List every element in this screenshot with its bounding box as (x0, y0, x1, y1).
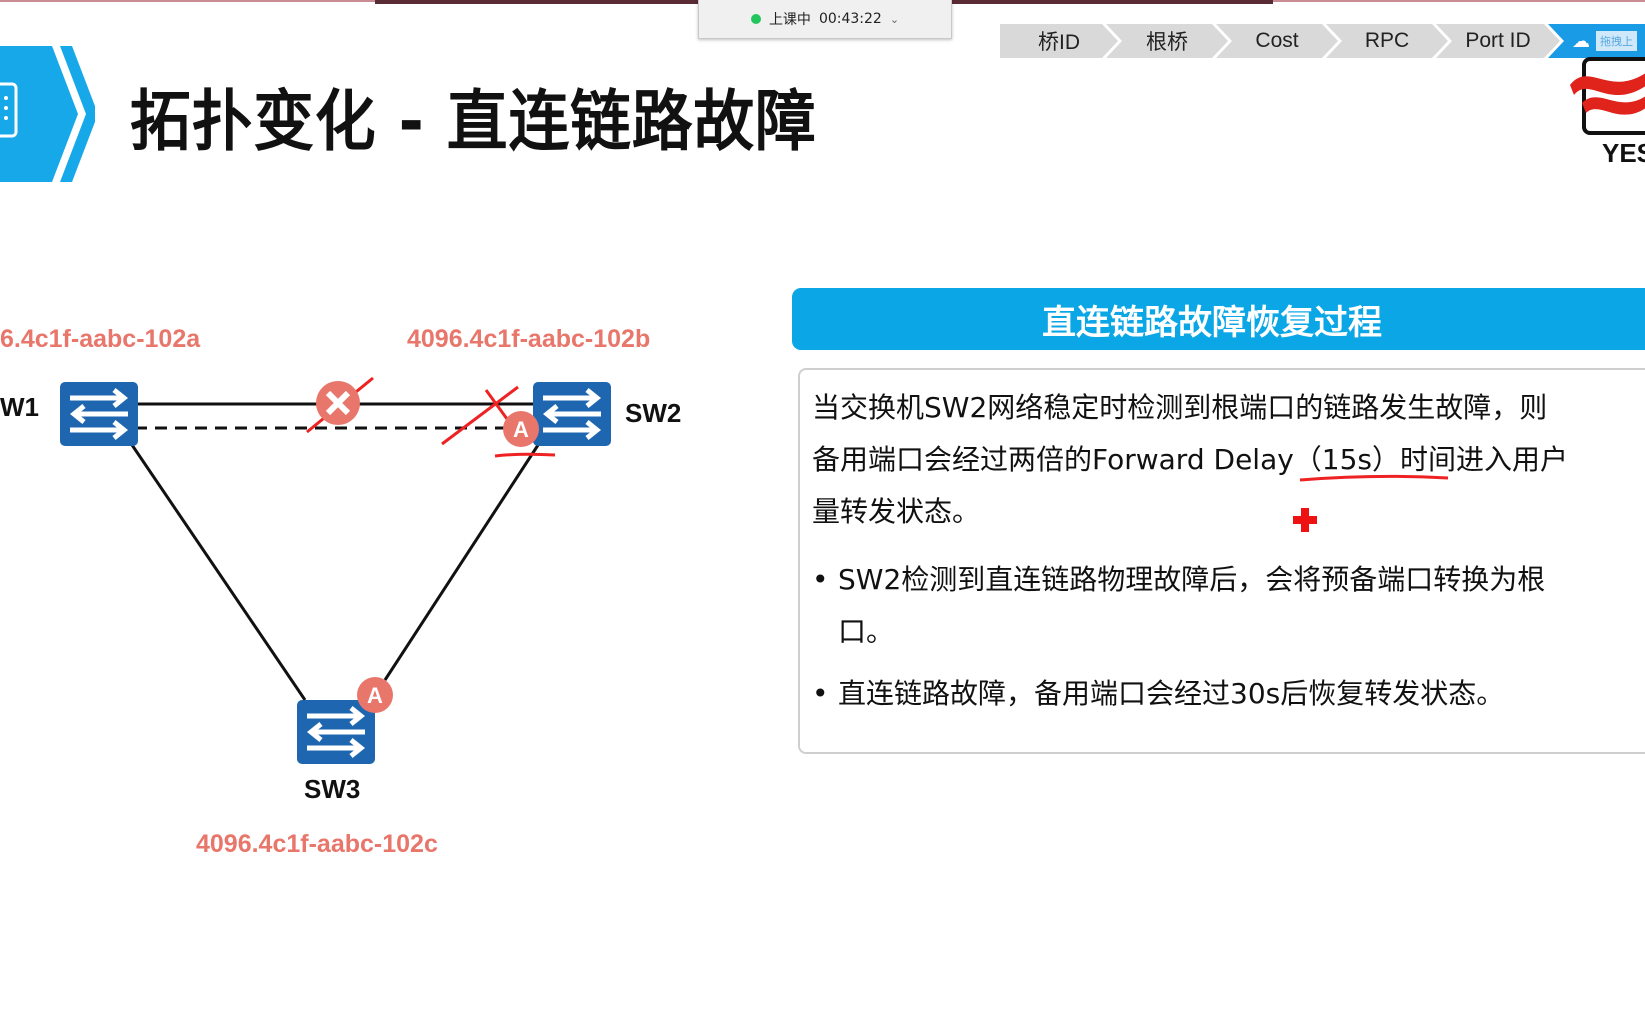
sw3-bridge-id: 4096.4c1f-aabc-102c (196, 830, 438, 858)
link-sw2-sw3 (383, 441, 542, 681)
breadcrumb-bridge-id[interactable]: 桥ID (1000, 24, 1118, 58)
chevron-down-icon[interactable]: ⌄ (890, 13, 899, 26)
panel-paragraph: 当交换机SW2网络稳定时检测到根端口的链路发生故障，则 备用端口会经过两倍的Fo… (812, 382, 1645, 538)
annotation-underline (494, 452, 556, 458)
breadcrumb-label: Cost (1255, 29, 1299, 52)
alternate-port-badge-icon: A (357, 677, 393, 713)
breadcrumb-label: RPC (1364, 29, 1410, 52)
bullet-item: • SW2检测到直连链路物理故障后，会将预备端口转换为根 口。 (812, 554, 1545, 658)
recording-status-label: 上课中 (768, 12, 811, 28)
breadcrumb-label: 根桥 (1146, 31, 1188, 54)
top-toolbar-segment (950, 0, 1273, 4)
breadcrumb-label: Port ID (1465, 29, 1531, 52)
topology-diagram: A A 6.4c1f-aabc-102a 4096.4c1f-aabc-102b… (0, 280, 720, 880)
recording-status-pill[interactable]: 上课中 00:43:22 ⌄ (698, 0, 952, 39)
breadcrumb-root-bridge[interactable]: 根桥 (1106, 24, 1228, 58)
drag-upload-hint: 拖拽上 (1596, 31, 1637, 51)
recording-elapsed-time: 00:43:22 (818, 11, 882, 27)
sw2-label: SW2 (625, 398, 682, 428)
sw3-label: SW3 (304, 774, 361, 804)
paragraph-line: 量转发状态。 (812, 495, 981, 528)
switch-sw2-icon[interactable] (533, 382, 611, 446)
breadcrumb-drag-upload[interactable]: ☁ 拖拽上 (1548, 24, 1645, 58)
paragraph-line: 当交换机SW2网络稳定时检测到根端口的链路发生故障，则 (812, 391, 1548, 424)
bullet-glyph: • (812, 677, 829, 710)
link-failure-x-icon (316, 381, 360, 425)
breadcrumb-cost[interactable]: Cost (1216, 24, 1338, 58)
bullet-text: 口。 (838, 615, 895, 648)
paragraph-line: 备用端口会经过两倍的Forward Delay（15s）时间进入用户 (812, 443, 1569, 476)
breadcrumb-port-id[interactable]: Port ID (1436, 24, 1560, 58)
annotation-underline (1299, 474, 1449, 482)
bullet-text: 直连链路故障，备用端口会经过30s后恢复转发状态。 (838, 677, 1505, 710)
port-badge-label: A (367, 683, 383, 708)
top-toolbar-segment (375, 0, 698, 4)
breadcrumb-label: 桥ID (1038, 31, 1080, 54)
brand-logo-text: YES (1602, 138, 1645, 168)
sw1-label: W1 (0, 392, 39, 422)
switch-sw1-icon[interactable] (60, 382, 138, 446)
sw2-bridge-id: 4096.4c1f-aabc-102b (407, 325, 651, 353)
breadcrumb-rpc[interactable]: RPC (1326, 24, 1448, 58)
bullet-text: SW2检测到直连链路物理故障后，会将预备端口转换为根 (838, 563, 1546, 596)
pointer-cursor-icon (1293, 508, 1317, 532)
alternate-port-badge-icon: A (503, 411, 539, 447)
section-badge-icon (0, 46, 95, 182)
link-sw1-sw3 (128, 441, 307, 701)
bullet-glyph: • (812, 563, 829, 596)
bullet-item: • 直连链路故障，备用端口会经过30s后恢复转发状态。 (812, 668, 1504, 720)
topic-breadcrumbs: 桥ID 根桥 Cost RPC Port ID ☁ 拖拽上 (1000, 24, 1645, 58)
sw1-bridge-id: 6.4c1f-aabc-102a (0, 325, 201, 353)
page-title: 拓扑变化 - 直连链路故障 (130, 83, 817, 160)
recording-indicator-icon (750, 14, 761, 24)
cloud-icon: ☁ (1572, 30, 1590, 51)
port-badge-label: A (513, 417, 529, 442)
panel-header: 直连链路故障恢复过程 (792, 288, 1645, 350)
